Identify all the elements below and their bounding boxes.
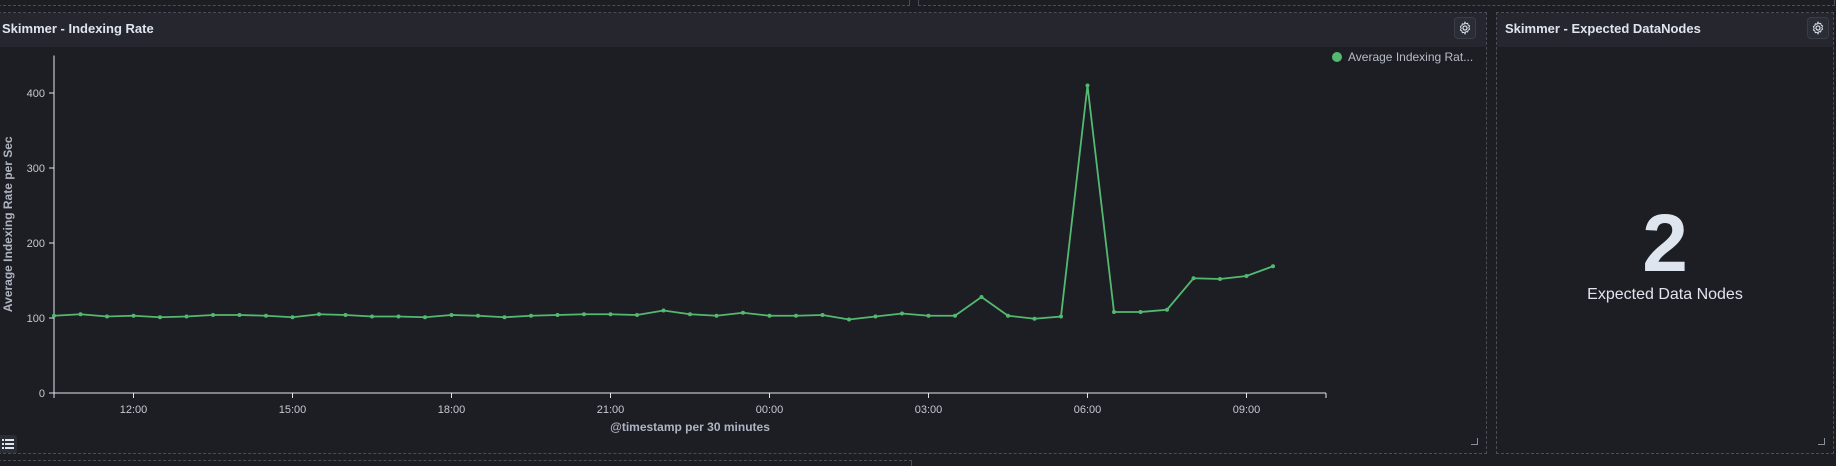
indexing-rate-panel: Skimmer - Indexing Rate 0 100 200 300 400 12:… xyxy=(0,12,1487,454)
data-point xyxy=(290,315,295,320)
data-point xyxy=(343,313,348,317)
panel-below-left-edge xyxy=(0,460,912,466)
metric-value: 2 xyxy=(1642,198,1688,289)
x-tick-label: 12:00 xyxy=(120,404,148,416)
metric-label: Expected Data Nodes xyxy=(1587,286,1743,303)
data-point xyxy=(78,312,83,317)
data-point xyxy=(1191,276,1196,281)
y-axis-title: Average Indexing Rate per Sec xyxy=(1,136,15,312)
data-point xyxy=(264,313,268,318)
data-point xyxy=(1271,264,1275,269)
data-point xyxy=(237,313,242,317)
data-point xyxy=(396,314,401,319)
x-tick-label: 06:00 xyxy=(1074,404,1102,416)
data-point xyxy=(317,312,321,317)
legend-toggle-button[interactable] xyxy=(0,435,17,453)
data-point xyxy=(741,310,745,315)
legend-label: Average Indexing Rat... xyxy=(1348,50,1473,64)
data-point xyxy=(979,295,984,299)
y-tick-label: 0 xyxy=(39,388,45,400)
data-point xyxy=(1218,277,1222,281)
resize-handle-icon[interactable] xyxy=(1471,438,1478,445)
data-point xyxy=(1085,83,1090,88)
data-point xyxy=(555,313,560,317)
data-point xyxy=(1112,310,1116,314)
data-point xyxy=(926,313,931,318)
data-point xyxy=(449,313,454,317)
data-point xyxy=(900,311,904,316)
list-icon xyxy=(2,439,14,449)
data-point xyxy=(661,308,666,313)
data-point xyxy=(1059,314,1063,319)
data-point xyxy=(52,313,56,318)
x-tick-label: 00:00 xyxy=(756,404,784,416)
y-tick-label: 100 xyxy=(27,313,45,325)
data-point xyxy=(688,312,692,317)
x-tick-label: 09:00 xyxy=(1233,404,1261,416)
x-tick-label: 03:00 xyxy=(915,404,943,416)
data-point xyxy=(794,313,798,318)
data-point xyxy=(184,314,189,319)
expected-datanodes-panel: Skimmer - Expected DataNodes 2 Expected … xyxy=(1496,12,1834,454)
legend-swatch xyxy=(1332,52,1342,62)
data-point xyxy=(847,317,851,322)
data-point xyxy=(873,314,878,319)
y-tick-label: 300 xyxy=(27,163,45,175)
resize-handle-icon[interactable] xyxy=(1818,438,1825,445)
data-point xyxy=(582,312,586,317)
data-point xyxy=(1165,307,1169,312)
x-tick-label: 18:00 xyxy=(438,404,466,416)
gear-icon xyxy=(1812,21,1824,35)
x-tick-label: 21:00 xyxy=(597,404,625,416)
data-point xyxy=(131,313,136,318)
panel-title: Skimmer - Expected DataNodes xyxy=(1505,21,1701,36)
panel-above-left-edge xyxy=(0,0,910,6)
data-point xyxy=(820,313,825,317)
indexing-rate-chart: 0 100 200 300 400 12:00 15:00 18:00 21:00 00:00 03… xyxy=(1,50,1473,434)
y-tick-label: 200 xyxy=(27,238,45,250)
panel-settings-button[interactable] xyxy=(1807,17,1829,39)
data-point xyxy=(211,313,215,317)
data-point xyxy=(529,313,533,318)
panel-above-right-edge xyxy=(918,0,1835,6)
data-point xyxy=(767,313,772,318)
data-point xyxy=(953,313,957,318)
data-point xyxy=(635,313,639,317)
data-point xyxy=(476,313,480,318)
x-tick-label: 15:00 xyxy=(279,404,307,416)
y-tick-label: 400 xyxy=(27,88,45,100)
data-point xyxy=(423,315,427,320)
data-point xyxy=(158,315,162,320)
data-point xyxy=(608,312,613,317)
data-point xyxy=(502,315,507,320)
data-point xyxy=(714,313,719,318)
data-point xyxy=(1032,316,1037,321)
data-point xyxy=(1138,310,1143,314)
data-point xyxy=(1006,313,1010,318)
x-axis-title: @timestamp per 30 minutes xyxy=(610,420,770,434)
series-line xyxy=(53,85,1274,321)
data-point xyxy=(370,314,374,319)
data-point xyxy=(105,314,109,319)
data-point xyxy=(1244,274,1249,278)
